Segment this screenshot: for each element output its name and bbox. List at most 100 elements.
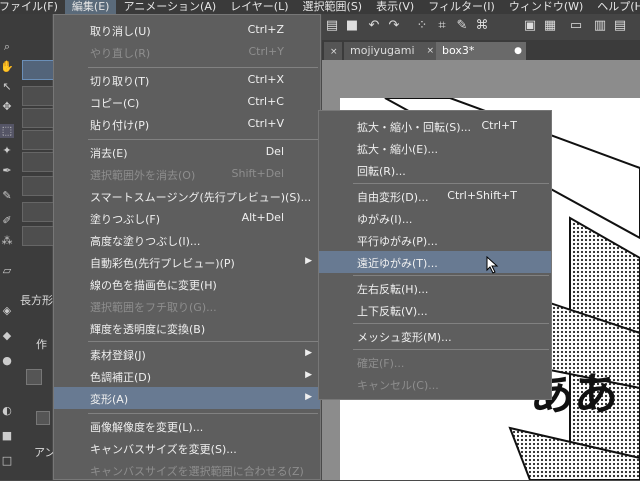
menu-item-label: 線の色を描画色に変更(H)	[90, 279, 217, 292]
submenu-item-flip-horizontal[interactable]: 左右反転(H)...	[319, 277, 551, 299]
menu-item-shortcut: Ctrl+Y	[248, 45, 284, 58]
menu-selection[interactable]: 選択範囲(S)	[296, 0, 370, 14]
menu-layer[interactable]: レイヤー(L)	[223, 0, 295, 14]
submenu-item-perspective[interactable]: 遠近ゆがみ(T)...	[319, 251, 551, 273]
menu-item-fit-canvas-to-selection[interactable]: キャンバスサイズを選択範囲に合わせる(Z)	[54, 459, 320, 481]
redo-icon[interactable]: ↷	[386, 18, 402, 34]
menu-item-copy[interactable]: コピー(C) Ctrl+C	[54, 91, 320, 113]
menu-item-auto-color[interactable]: 自動彩色(先行プレビュー)(P) ▶	[54, 251, 320, 273]
menu-separator	[88, 341, 318, 342]
menu-file[interactable]: ファイル(F)	[0, 0, 65, 14]
menu-item-fill[interactable]: 塗りつぶし(F) Alt+Del	[54, 207, 320, 229]
menu-item-change-canvas-size[interactable]: キャンバスサイズを変更(S)...	[54, 437, 320, 459]
submenu-item-flip-vertical[interactable]: 上下反転(V)...	[319, 299, 551, 321]
submenu-item-rotate[interactable]: 回転(R)...	[319, 159, 551, 181]
pen-tool-icon[interactable]: ✎	[0, 189, 14, 203]
subtool-ellipse[interactable]	[22, 108, 54, 128]
wand-icon[interactable]: ✦	[0, 144, 14, 158]
menu-filter[interactable]: フィルター(I)	[421, 0, 502, 14]
zoom-icon[interactable]: ⌕	[0, 40, 14, 54]
menu-item-undo[interactable]: 取り消し(U) Ctrl+Z	[54, 19, 320, 41]
pointer-icon[interactable]: ↖	[0, 80, 14, 94]
color-swatch-icon[interactable]: □	[0, 454, 14, 468]
view-icon[interactable]: ▣	[522, 18, 538, 34]
submenu-item-scale-rotate[interactable]: 拡大・縮小・回転(S)... Ctrl+T	[319, 115, 551, 137]
menu-item-border-selection[interactable]: 選択範囲をフチ取り(G)...	[54, 295, 320, 317]
menu-item-label: メッシュ変形(M)...	[357, 331, 452, 344]
menu-item-shortcut: Ctrl+Shift+T	[447, 189, 517, 202]
menu-item-tonal-correction[interactable]: 色調補正(D) ▶	[54, 365, 320, 387]
grid-icon[interactable]: ▦	[542, 18, 558, 34]
expand-button[interactable]	[26, 369, 42, 385]
menu-item-line-color[interactable]: 線の色を描画色に変更(H)	[54, 273, 320, 295]
menu-item-label: 自動彩色(先行プレビュー)(P)	[90, 257, 235, 270]
eraser-icon[interactable]: ▱	[0, 264, 14, 278]
selection-tool-icon[interactable]: ⬚	[0, 124, 14, 138]
transform-icon[interactable]: ⌘	[474, 18, 490, 34]
figure-icon[interactable]: ■	[0, 429, 14, 443]
menu-item-label: 平行ゆがみ(P)...	[357, 235, 438, 248]
panel-icon[interactable]: ▥	[592, 18, 608, 34]
fill-icon[interactable]: ◆	[0, 329, 14, 343]
layout-icon[interactable]: ▤	[612, 18, 628, 34]
submenu-item-skew[interactable]: 平行ゆがみ(P)...	[319, 229, 551, 251]
select-dots-icon[interactable]: ⁘	[414, 18, 430, 34]
gradient-icon[interactable]: ◐	[0, 404, 14, 418]
subtool-erase-selection[interactable]	[22, 202, 54, 222]
subtool-polyline[interactable]	[22, 152, 54, 172]
subtool-rectangle-2[interactable]	[22, 86, 54, 106]
subtool-rectangle[interactable]	[22, 60, 54, 80]
menu-item-shortcut: Del	[265, 145, 284, 158]
menu-item-label: 貼り付け(P)	[90, 119, 150, 132]
menu-item-shortcut: Ctrl+C	[247, 95, 284, 108]
menu-item-luminance-to-opacity[interactable]: 輝度を透明度に変換(B)	[54, 317, 320, 339]
menu-separator	[88, 139, 318, 140]
option-checkbox[interactable]	[36, 411, 50, 425]
submenu-item-mesh-transform[interactable]: メッシュ変形(M)...	[319, 325, 551, 347]
tab-close-left[interactable]: ×	[324, 42, 342, 60]
menu-item-change-resolution[interactable]: 画像解像度を変更(L)...	[54, 415, 320, 437]
menu-item-transform[interactable]: 変形(A) ▶	[54, 387, 320, 409]
menu-view[interactable]: 表示(V)	[369, 0, 421, 14]
save-icon[interactable]: ■	[344, 18, 360, 34]
hand-icon[interactable]: ✋	[0, 60, 14, 74]
submenu-item-confirm[interactable]: 確定(F)...	[319, 351, 551, 373]
tab-mojiyugami[interactable]: mojiyugami ×	[344, 42, 438, 60]
undo-icon[interactable]: ↶	[366, 18, 382, 34]
menu-item-clear[interactable]: 消去(E) Del	[54, 141, 320, 163]
menu-help[interactable]: ヘルプ(H)	[590, 0, 640, 14]
menu-item-smart-smoothing[interactable]: スマートスムージング(先行プレビュー)(S)...	[54, 185, 320, 207]
close-icon[interactable]: ×	[426, 42, 434, 60]
menu-item-redo[interactable]: やり直し(R) Ctrl+Y	[54, 41, 320, 63]
menu-animation[interactable]: アニメーション(A)	[116, 0, 223, 14]
crop-icon[interactable]: ⌗	[434, 18, 450, 34]
submenu-item-free-transform[interactable]: 自由変形(D)... Ctrl+Shift+T	[319, 185, 551, 207]
menu-item-advanced-fill[interactable]: 高度な塗りつぶし(I)...	[54, 229, 320, 251]
clipboard-icon[interactable]: ▤	[324, 18, 340, 34]
drop-icon[interactable]: ●	[0, 354, 14, 368]
subtool-lasso[interactable]	[22, 130, 54, 150]
close-icon[interactable]: ●	[514, 42, 522, 60]
submenu-item-cancel[interactable]: キャンセル(C)...	[319, 373, 551, 395]
tab-box3[interactable]: box3* ●	[436, 42, 526, 60]
airbrush-icon[interactable]: ⁂	[0, 234, 14, 248]
menu-item-register-material[interactable]: 素材登録(J) ▶	[54, 343, 320, 365]
menu-item-label: 拡大・縮小・回転(S)...	[357, 121, 472, 134]
menu-item-cut[interactable]: 切り取り(T) Ctrl+X	[54, 69, 320, 91]
submenu-item-scale[interactable]: 拡大・縮小(E)...	[319, 137, 551, 159]
subtool-pen-selection[interactable]	[22, 176, 54, 196]
move-icon[interactable]: ✥	[0, 100, 14, 114]
blend-icon[interactable]: ◈	[0, 304, 14, 318]
menu-edit[interactable]: 編集(E)	[64, 0, 117, 14]
eyedropper-icon[interactable]: ✒	[0, 164, 14, 178]
subtool-shrink-selection[interactable]	[22, 226, 54, 246]
tool-panel: ⌕ ✋ ↖ ✥ ⬚ ✦ ✒ ✎ ✐ ⁂ ▱ ◈ ◆ ● ◐ ■ □ 長方形 作 …	[0, 14, 56, 480]
menu-item-paste[interactable]: 貼り付け(P) Ctrl+V	[54, 113, 320, 135]
menu-item-clear-outside[interactable]: 選択範囲外を消去(O) Shift+Del	[54, 163, 320, 185]
menu-window[interactable]: ウィンドウ(W)	[502, 0, 590, 14]
pen-icon[interactable]: ✎	[454, 18, 470, 34]
brush-icon[interactable]: ✐	[0, 214, 14, 228]
frame-icon[interactable]: ▭	[568, 18, 584, 34]
submenu-item-distort[interactable]: ゆがみ(I)...	[319, 207, 551, 229]
menu-item-label: キャンバスサイズを変更(S)...	[90, 443, 237, 456]
